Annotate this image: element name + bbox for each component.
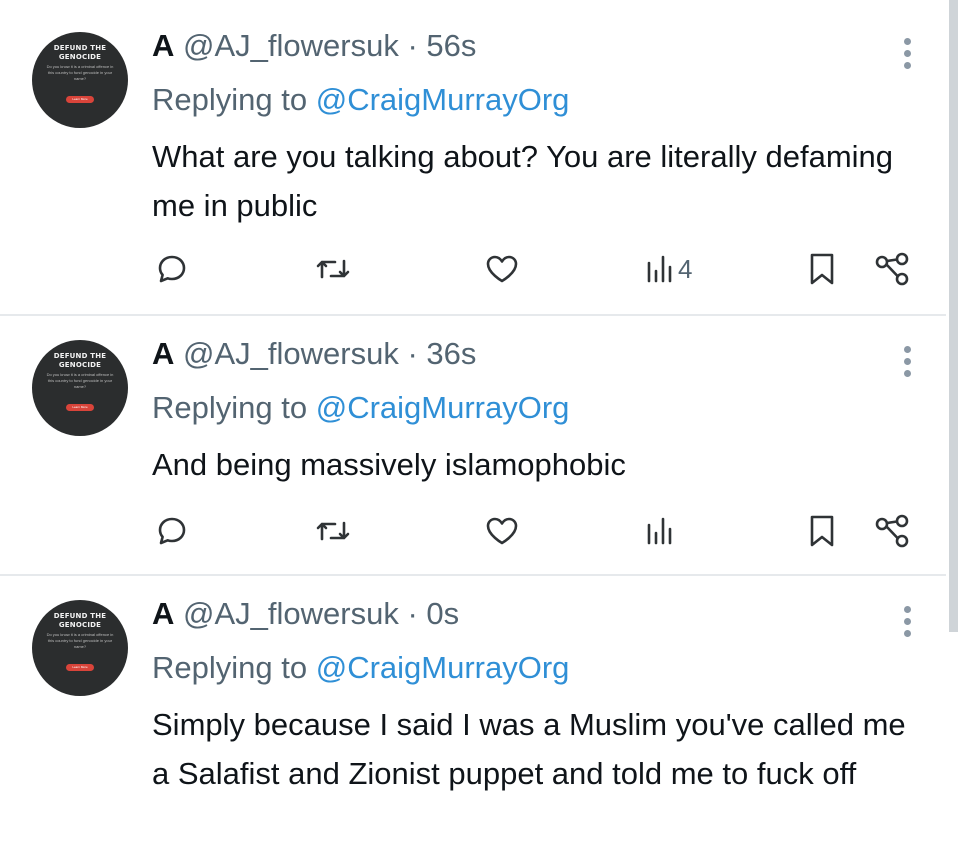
scrollbar[interactable]: [949, 0, 958, 632]
like-button[interactable]: [485, 511, 519, 551]
author-handle[interactable]: @AJ_flowersuk: [183, 28, 399, 63]
reply-button[interactable]: [156, 511, 188, 551]
author-name[interactable]: A: [152, 596, 174, 631]
bookmark-button[interactable]: [808, 511, 836, 551]
tweet-actions: 4: [0, 249, 946, 289]
author-name[interactable]: A: [152, 28, 174, 63]
replying-prefix: Replying to: [152, 650, 308, 685]
avatar-title: DEFUND THE GENOCIDE: [53, 44, 107, 61]
replying-mention[interactable]: @CraigMurrayOrg: [316, 82, 570, 117]
separator-dot: ·: [407, 336, 418, 371]
more-icon[interactable]: [896, 606, 920, 646]
replying-to: Replying to @CraigMurrayOrg: [152, 82, 569, 118]
avatar[interactable]: DEFUND THE GENOCIDE Do you know it is a …: [32, 32, 128, 128]
share-icon: [875, 514, 909, 548]
separator-dot: ·: [407, 28, 418, 63]
tweet-text: And being massively islamophobic: [152, 447, 626, 482]
like-icon: [486, 517, 518, 545]
avatar[interactable]: DEFUND THE GENOCIDE Do you know it is a …: [32, 340, 128, 436]
retweet-button[interactable]: [313, 511, 353, 551]
timestamp[interactable]: 36s: [426, 336, 476, 371]
reply-icon: [158, 255, 186, 283]
share-icon: [875, 252, 909, 286]
tweet-text: Simply because I said I was a Muslim you…: [152, 707, 906, 791]
separator-dot: ·: [407, 596, 418, 631]
views-button[interactable]: 4: [646, 249, 692, 289]
like-button[interactable]: [485, 249, 519, 289]
views-count: 4: [678, 253, 693, 284]
avatar[interactable]: DEFUND THE GENOCIDE Do you know it is a …: [32, 600, 128, 696]
timestamp[interactable]: 0s: [426, 596, 459, 631]
bookmark-icon: [810, 253, 834, 285]
more-icon[interactable]: [896, 38, 920, 78]
avatar-button: Learn More: [66, 664, 94, 671]
tweet-header: A @AJ_flowersuk · 0s: [152, 596, 459, 632]
replying-to: Replying to @CraigMurrayOrg: [152, 390, 569, 426]
timestamp[interactable]: 56s: [426, 28, 476, 63]
avatar-subtitle: Do you know it is a criminal offence in …: [46, 64, 114, 81]
views-icon: [647, 255, 672, 283]
retweet-button[interactable]: [313, 249, 353, 289]
share-button[interactable]: [874, 249, 910, 289]
replying-prefix: Replying to: [152, 390, 308, 425]
author-name[interactable]: A: [152, 336, 174, 371]
author-handle[interactable]: @AJ_flowersuk: [183, 596, 399, 631]
share-button[interactable]: [874, 511, 910, 551]
replying-mention[interactable]: @CraigMurrayOrg: [316, 390, 570, 425]
tweet-header: A @AJ_flowersuk · 36s: [152, 336, 476, 372]
reply-icon: [158, 517, 186, 545]
avatar-title: DEFUND THE GENOCIDE: [53, 612, 107, 629]
more-icon[interactable]: [896, 346, 920, 386]
tweet[interactable]: DEFUND THE GENOCIDE Do you know it is a …: [0, 576, 946, 851]
replying-to: Replying to @CraigMurrayOrg: [152, 650, 569, 686]
avatar-subtitle: Do you know it is a criminal offence in …: [46, 632, 114, 649]
tweet-header: A @AJ_flowersuk · 56s: [152, 28, 476, 64]
author-handle[interactable]: @AJ_flowersuk: [183, 336, 399, 371]
avatar-title: DEFUND THE GENOCIDE: [53, 352, 107, 369]
retweet-icon: [316, 259, 350, 279]
tweet[interactable]: DEFUND THE GENOCIDE Do you know it is a …: [0, 316, 946, 574]
replying-prefix: Replying to: [152, 82, 308, 117]
views-button[interactable]: [646, 511, 678, 551]
bookmark-icon: [810, 515, 834, 547]
bookmark-button[interactable]: [808, 249, 836, 289]
retweet-icon: [316, 521, 350, 541]
avatar-button: Learn More: [66, 404, 94, 411]
avatar-subtitle: Do you know it is a criminal offence in …: [46, 372, 114, 389]
reply-button[interactable]: [156, 249, 188, 289]
views-icon: [647, 517, 672, 545]
tweet[interactable]: DEFUND THE GENOCIDE Do you know it is a …: [0, 0, 946, 314]
replying-mention[interactable]: @CraigMurrayOrg: [316, 650, 570, 685]
tweet-text: What are you talking about? You are lite…: [152, 139, 894, 223]
like-icon: [486, 255, 518, 283]
tweet-actions: [0, 511, 946, 551]
avatar-button: Learn More: [66, 96, 94, 103]
